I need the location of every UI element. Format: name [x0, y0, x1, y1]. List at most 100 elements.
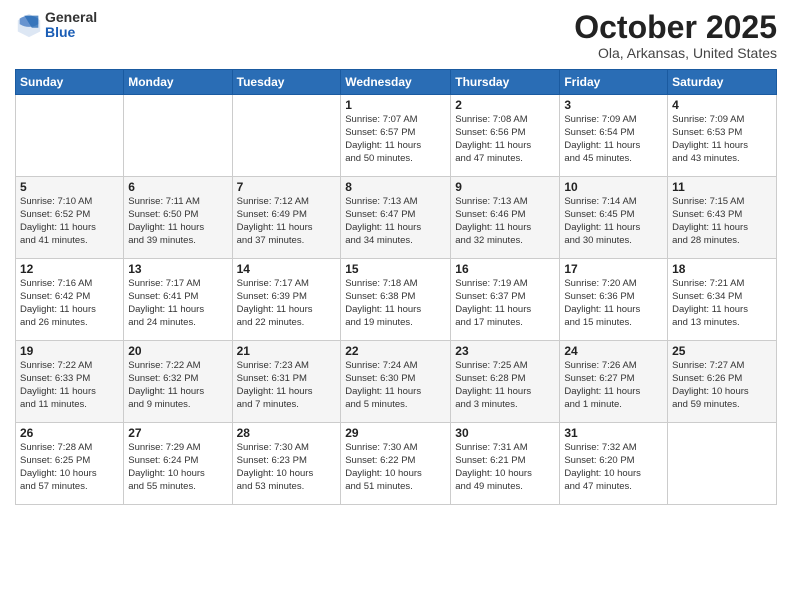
- table-row: [16, 95, 124, 177]
- table-row: 25 Sunrise: 7:27 AM Sunset: 6:26 PM Dayli…: [668, 341, 777, 423]
- day-number: 7: [237, 180, 337, 194]
- day-number: 8: [345, 180, 446, 194]
- day-info: Sunrise: 7:10 AM Sunset: 6:52 PM Dayligh…: [20, 196, 119, 247]
- day-info: Sunrise: 7:17 AM Sunset: 6:39 PM Dayligh…: [237, 278, 337, 329]
- table-row: 17 Sunrise: 7:20 AM Sunset: 6:36 PM Dayli…: [560, 259, 668, 341]
- month-title: October 2025: [574, 10, 777, 45]
- table-row: 22 Sunrise: 7:24 AM Sunset: 6:30 PM Dayli…: [341, 341, 451, 423]
- day-info: Sunrise: 7:19 AM Sunset: 6:37 PM Dayligh…: [455, 278, 555, 329]
- day-number: 29: [345, 426, 446, 440]
- day-info: Sunrise: 7:31 AM Sunset: 6:21 PM Dayligh…: [455, 442, 555, 493]
- day-number: 9: [455, 180, 555, 194]
- table-row: 18 Sunrise: 7:21 AM Sunset: 6:34 PM Dayli…: [668, 259, 777, 341]
- table-row: 11Sunrise: 7:15 AM Sunset: 6:43 PM Dayli…: [668, 177, 777, 259]
- calendar-table: Sunday Monday Tuesday Wednesday Thursday…: [15, 69, 777, 505]
- table-row: 16Sunrise: 7:19 AM Sunset: 6:37 PM Dayli…: [451, 259, 560, 341]
- table-row: [668, 423, 777, 505]
- table-row: 28 Sunrise: 7:30 AM Sunset: 6:23 PM Dayli…: [232, 423, 341, 505]
- day-number: 30: [455, 426, 555, 440]
- col-monday: Monday: [124, 70, 232, 95]
- day-info: Sunrise: 7:22 AM Sunset: 6:32 PM Dayligh…: [128, 360, 227, 411]
- col-friday: Friday: [560, 70, 668, 95]
- day-number: 4: [672, 98, 772, 112]
- day-info: Sunrise: 7:26 AM Sunset: 6:27 PM Dayligh…: [564, 360, 663, 411]
- table-row: 15 Sunrise: 7:18 AM Sunset: 6:38 PM Dayli…: [341, 259, 451, 341]
- day-number: 19: [20, 344, 119, 358]
- day-info: Sunrise: 7:23 AM Sunset: 6:31 PM Dayligh…: [237, 360, 337, 411]
- logo: General Blue: [15, 10, 97, 41]
- day-number: 13: [128, 262, 227, 276]
- day-number: 31: [564, 426, 663, 440]
- logo-blue-text: Blue: [45, 25, 97, 40]
- day-number: 27: [128, 426, 227, 440]
- logo-text: General Blue: [45, 10, 97, 41]
- calendar-week-5: 26Sunrise: 7:28 AM Sunset: 6:25 PM Dayli…: [16, 423, 777, 505]
- day-info: Sunrise: 7:30 AM Sunset: 6:23 PM Dayligh…: [237, 442, 337, 493]
- day-info: Sunrise: 7:13 AM Sunset: 6:47 PM Dayligh…: [345, 196, 446, 247]
- table-row: 6 Sunrise: 7:11 AM Sunset: 6:50 PM Daylig…: [124, 177, 232, 259]
- table-row: 1 Sunrise: 7:07 AM Sunset: 6:57 PM Daylig…: [341, 95, 451, 177]
- logo-icon: [15, 11, 43, 39]
- day-info: Sunrise: 7:20 AM Sunset: 6:36 PM Dayligh…: [564, 278, 663, 329]
- day-info: Sunrise: 7:17 AM Sunset: 6:41 PM Dayligh…: [128, 278, 227, 329]
- day-info: Sunrise: 7:11 AM Sunset: 6:50 PM Dayligh…: [128, 196, 227, 247]
- table-row: 21 Sunrise: 7:23 AM Sunset: 6:31 PM Dayli…: [232, 341, 341, 423]
- table-row: 29 Sunrise: 7:30 AM Sunset: 6:22 PM Dayli…: [341, 423, 451, 505]
- col-tuesday: Tuesday: [232, 70, 341, 95]
- day-number: 17: [564, 262, 663, 276]
- location-subtitle: Ola, Arkansas, United States: [574, 45, 777, 61]
- table-row: 2 Sunrise: 7:08 AM Sunset: 6:56 PM Daylig…: [451, 95, 560, 177]
- day-number: 12: [20, 262, 119, 276]
- day-info: Sunrise: 7:07 AM Sunset: 6:57 PM Dayligh…: [345, 114, 446, 165]
- table-row: 30 Sunrise: 7:31 AM Sunset: 6:21 PM Dayli…: [451, 423, 560, 505]
- day-number: 1: [345, 98, 446, 112]
- table-row: 9Sunrise: 7:13 AM Sunset: 6:46 PM Daylig…: [451, 177, 560, 259]
- day-info: Sunrise: 7:08 AM Sunset: 6:56 PM Dayligh…: [455, 114, 555, 165]
- calendar-header-row: Sunday Monday Tuesday Wednesday Thursday…: [16, 70, 777, 95]
- day-number: 20: [128, 344, 227, 358]
- day-number: 5: [20, 180, 119, 194]
- col-sunday: Sunday: [16, 70, 124, 95]
- table-row: 26Sunrise: 7:28 AM Sunset: 6:25 PM Dayli…: [16, 423, 124, 505]
- day-number: 23: [455, 344, 555, 358]
- table-row: 23 Sunrise: 7:25 AM Sunset: 6:28 PM Dayli…: [451, 341, 560, 423]
- day-info: Sunrise: 7:14 AM Sunset: 6:45 PM Dayligh…: [564, 196, 663, 247]
- day-info: Sunrise: 7:30 AM Sunset: 6:22 PM Dayligh…: [345, 442, 446, 493]
- day-info: Sunrise: 7:22 AM Sunset: 6:33 PM Dayligh…: [20, 360, 119, 411]
- table-row: 10Sunrise: 7:14 AM Sunset: 6:45 PM Dayli…: [560, 177, 668, 259]
- day-info: Sunrise: 7:24 AM Sunset: 6:30 PM Dayligh…: [345, 360, 446, 411]
- day-info: Sunrise: 7:32 AM Sunset: 6:20 PM Dayligh…: [564, 442, 663, 493]
- table-row: 20 Sunrise: 7:22 AM Sunset: 6:32 PM Dayli…: [124, 341, 232, 423]
- table-row: [232, 95, 341, 177]
- day-info: Sunrise: 7:25 AM Sunset: 6:28 PM Dayligh…: [455, 360, 555, 411]
- table-row: [124, 95, 232, 177]
- logo-general-text: General: [45, 10, 97, 25]
- day-number: 18: [672, 262, 772, 276]
- day-info: Sunrise: 7:29 AM Sunset: 6:24 PM Dayligh…: [128, 442, 227, 493]
- table-row: 27 Sunrise: 7:29 AM Sunset: 6:24 PM Dayli…: [124, 423, 232, 505]
- day-info: Sunrise: 7:27 AM Sunset: 6:26 PM Dayligh…: [672, 360, 772, 411]
- day-info: Sunrise: 7:15 AM Sunset: 6:43 PM Dayligh…: [672, 196, 772, 247]
- table-row: 14Sunrise: 7:17 AM Sunset: 6:39 PM Dayli…: [232, 259, 341, 341]
- day-info: Sunrise: 7:12 AM Sunset: 6:49 PM Dayligh…: [237, 196, 337, 247]
- day-number: 25: [672, 344, 772, 358]
- day-number: 3: [564, 98, 663, 112]
- day-number: 2: [455, 98, 555, 112]
- page-header: General Blue October 2025 Ola, Arkansas,…: [15, 10, 777, 61]
- table-row: 4Sunrise: 7:09 AM Sunset: 6:53 PM Daylig…: [668, 95, 777, 177]
- day-number: 6: [128, 180, 227, 194]
- table-row: 31 Sunrise: 7:32 AM Sunset: 6:20 PM Dayli…: [560, 423, 668, 505]
- day-number: 28: [237, 426, 337, 440]
- day-number: 21: [237, 344, 337, 358]
- day-number: 22: [345, 344, 446, 358]
- day-number: 15: [345, 262, 446, 276]
- table-row: 13 Sunrise: 7:17 AM Sunset: 6:41 PM Dayli…: [124, 259, 232, 341]
- table-row: 8 Sunrise: 7:13 AM Sunset: 6:47 PM Daylig…: [341, 177, 451, 259]
- table-row: 5 Sunrise: 7:10 AM Sunset: 6:52 PM Daylig…: [16, 177, 124, 259]
- calendar-week-1: 1 Sunrise: 7:07 AM Sunset: 6:57 PM Daylig…: [16, 95, 777, 177]
- table-row: 3Sunrise: 7:09 AM Sunset: 6:54 PM Daylig…: [560, 95, 668, 177]
- day-info: Sunrise: 7:18 AM Sunset: 6:38 PM Dayligh…: [345, 278, 446, 329]
- day-number: 24: [564, 344, 663, 358]
- day-info: Sunrise: 7:21 AM Sunset: 6:34 PM Dayligh…: [672, 278, 772, 329]
- table-row: 12Sunrise: 7:16 AM Sunset: 6:42 PM Dayli…: [16, 259, 124, 341]
